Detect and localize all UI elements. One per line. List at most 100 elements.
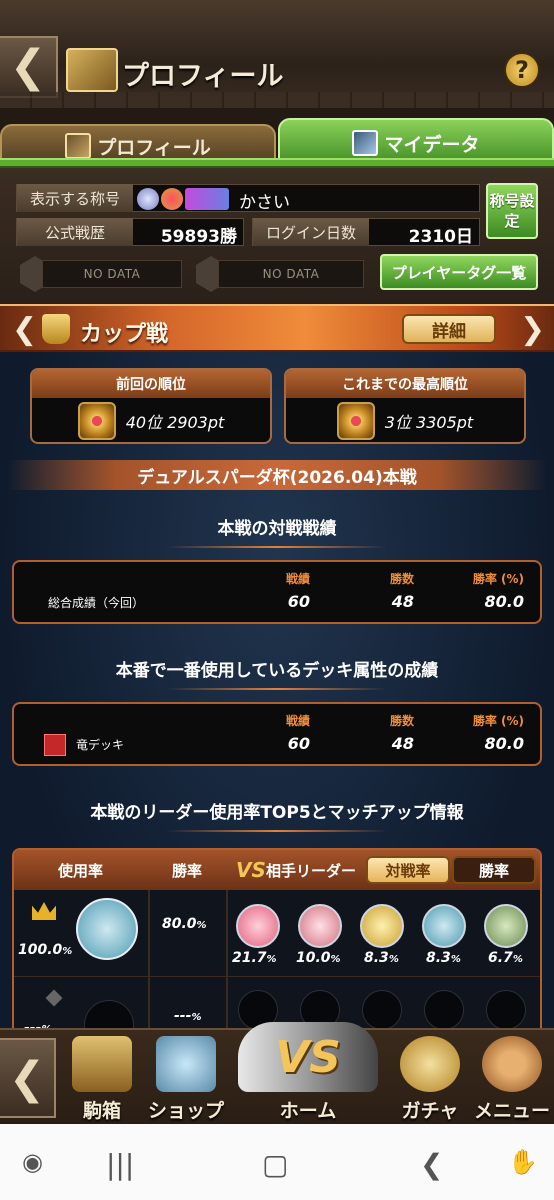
touch-lock-icon[interactable]: ✋ [508,1148,538,1176]
opponent-rate: 8.3% [426,950,461,966]
cup-title: カップ戦 [80,322,169,347]
chevron-left-icon: ❮ [8,1052,46,1104]
nav-label: メニュー [473,1100,550,1122]
tab-mydata-label: マイデータ [384,133,480,156]
nav-komabako[interactable]: 駒箱 [62,1030,142,1126]
winrate-value: 80.0 [484,592,524,611]
empty-opponent-slot [486,990,526,1030]
profile-icon [66,48,118,92]
section-divider [167,688,387,690]
system-nav-bar: ◉ ||| ▢ ❮ ✋ [0,1124,554,1200]
mydata-tab-icon [352,130,379,156]
top5-title: 本戦のリーダー使用率TOP5とマッチアップ情報 [90,803,464,823]
title-value: かさい [239,193,290,213]
rank-medal-icon [77,402,116,440]
recents-icon[interactable]: ||| [106,1148,134,1181]
best-rank-value: 3位 3305pt [384,413,474,432]
previous-rank-card: 前回の順位 40位 2903pt [30,368,272,444]
back-button[interactable]: ❮ [0,36,58,98]
battle-record-box: 戦績 勝数 勝率 (%) 総合成績（今回） 60 48 80.0 [12,560,542,624]
player-tag-slot-2: NO DATA [218,260,364,288]
wins-value: 48 [391,592,414,611]
title-badges [137,188,231,214]
leader-winrate: 80.0% [162,916,207,932]
prev-arrow-icon[interactable]: ❮ [12,312,37,347]
player-tag-list-button[interactable]: プレイヤータグ一覧 [380,254,538,290]
record-value: 60 [287,734,310,753]
nav-menu[interactable]: メニュー [470,1030,554,1126]
profile-tab-icon [65,133,92,159]
winrate-value: 80.0 [484,734,524,753]
vs-home-icon: VS [238,1022,378,1092]
page-title: プロフィール [122,61,284,92]
toggle-matchup-rate[interactable]: 対戦率 [366,856,450,884]
opponent-rate: 6.7% [488,950,523,966]
help-button[interactable]: ? [504,52,540,88]
back-icon[interactable]: ❮ [420,1148,443,1181]
opponent-leader-portrait[interactable] [422,904,466,948]
home-icon[interactable]: ▢ [262,1148,288,1181]
next-arrow-icon[interactable]: ❯ [520,312,545,347]
official-record-value: 59893勝 [160,227,237,247]
row-divider [14,976,540,977]
title-row: 表示する称号 かさい [16,184,480,214]
game-controller-icon[interactable]: ◉ [22,1148,43,1176]
gacha-coins-icon [400,1036,460,1092]
nav-label: ショップ [147,1100,224,1122]
official-record-row: 公式戦歴 59893勝 [16,218,244,247]
shop-icon [156,1036,216,1092]
col-usage: 使用率 [58,862,104,880]
nav-back-button[interactable]: ❮ [0,1038,56,1118]
login-days-value: 2310日 [408,227,473,247]
nav-shop[interactable]: ショップ [144,1030,228,1126]
toggle-winrate[interactable]: 勝率 [452,856,536,884]
bottom-nav: ❮ 駒箱 ショップ VS ホーム ガチャ メニュー [0,1022,554,1126]
opponent-rate: 21.7% [232,950,277,966]
row-label: 総合成績（今回） [48,596,145,610]
column-divider [148,890,150,1036]
vs-icon: VS [236,858,266,882]
col-opponent: 相手リーダー [266,862,357,880]
usage-rate: 100.0% [18,942,73,958]
rank-diamond-icon [45,989,63,1007]
official-record-label: 公式戦歴 [17,218,133,246]
row-label: 竜デッキ [76,738,125,752]
nav-label: ホーム [279,1100,337,1122]
opponent-leader-portrait[interactable] [484,904,528,948]
nav-home[interactable]: VS ホーム [228,1022,388,1126]
detail-button[interactable]: 詳細 [402,314,496,344]
record-value: 60 [287,592,310,611]
login-days-label: ログイン日数 [253,218,369,246]
previous-rank-label: 前回の順位 [32,370,270,398]
best-rank-card: これまでの最高順位 3位 3305pt [284,368,526,444]
cup-name-banner: デュアルスパーダ杯(2026.04)本戦 [8,460,546,490]
crown-icon [32,902,56,920]
opponent-leader-portrait[interactable] [360,904,404,948]
opponent-rate: 8.3% [364,950,399,966]
rank-medal-icon [336,402,375,440]
cup-stats-panel: 前回の順位 40位 2903pt これまでの最高順位 3位 3305pt デュア… [0,352,554,1038]
battle-record-title: 本戦の対戦戦績 [217,519,337,539]
deck-record-title: 本番で一番使用しているデッキ属性の成績 [115,661,439,681]
dragon-deck-icon [44,734,66,756]
chevron-left-icon: ❮ [9,41,47,92]
opponent-leader-portrait[interactable] [298,904,342,948]
cup-bar: ❮ カップ戦 詳細 ❯ [0,304,554,352]
tab-underline [0,158,554,168]
top5-table: 使用率 勝率 VS 相手リーダー 対戦率 勝率 100.0% 80.0% 21.… [12,848,542,1038]
nav-label: ガチャ [401,1100,459,1122]
leader-portrait[interactable] [76,898,138,960]
col-wins: 勝数 [389,714,414,728]
nav-gacha[interactable]: ガチャ [392,1030,468,1126]
player-tag-slot-1: NO DATA [42,260,182,288]
col-winrate: 勝率 (%) [472,714,524,728]
title-settings-button[interactable]: 称号設定 [486,183,538,239]
col-record: 戦績 [285,572,310,586]
opponent-leader-portrait[interactable] [236,904,280,948]
section-divider [167,546,387,548]
col-record: 戦績 [285,714,310,728]
col-winrate: 勝率 [172,862,203,880]
section-divider [167,830,387,832]
opponent-rate: 10.0% [296,950,341,966]
login-days-row: ログイン日数 2310日 [252,218,480,247]
